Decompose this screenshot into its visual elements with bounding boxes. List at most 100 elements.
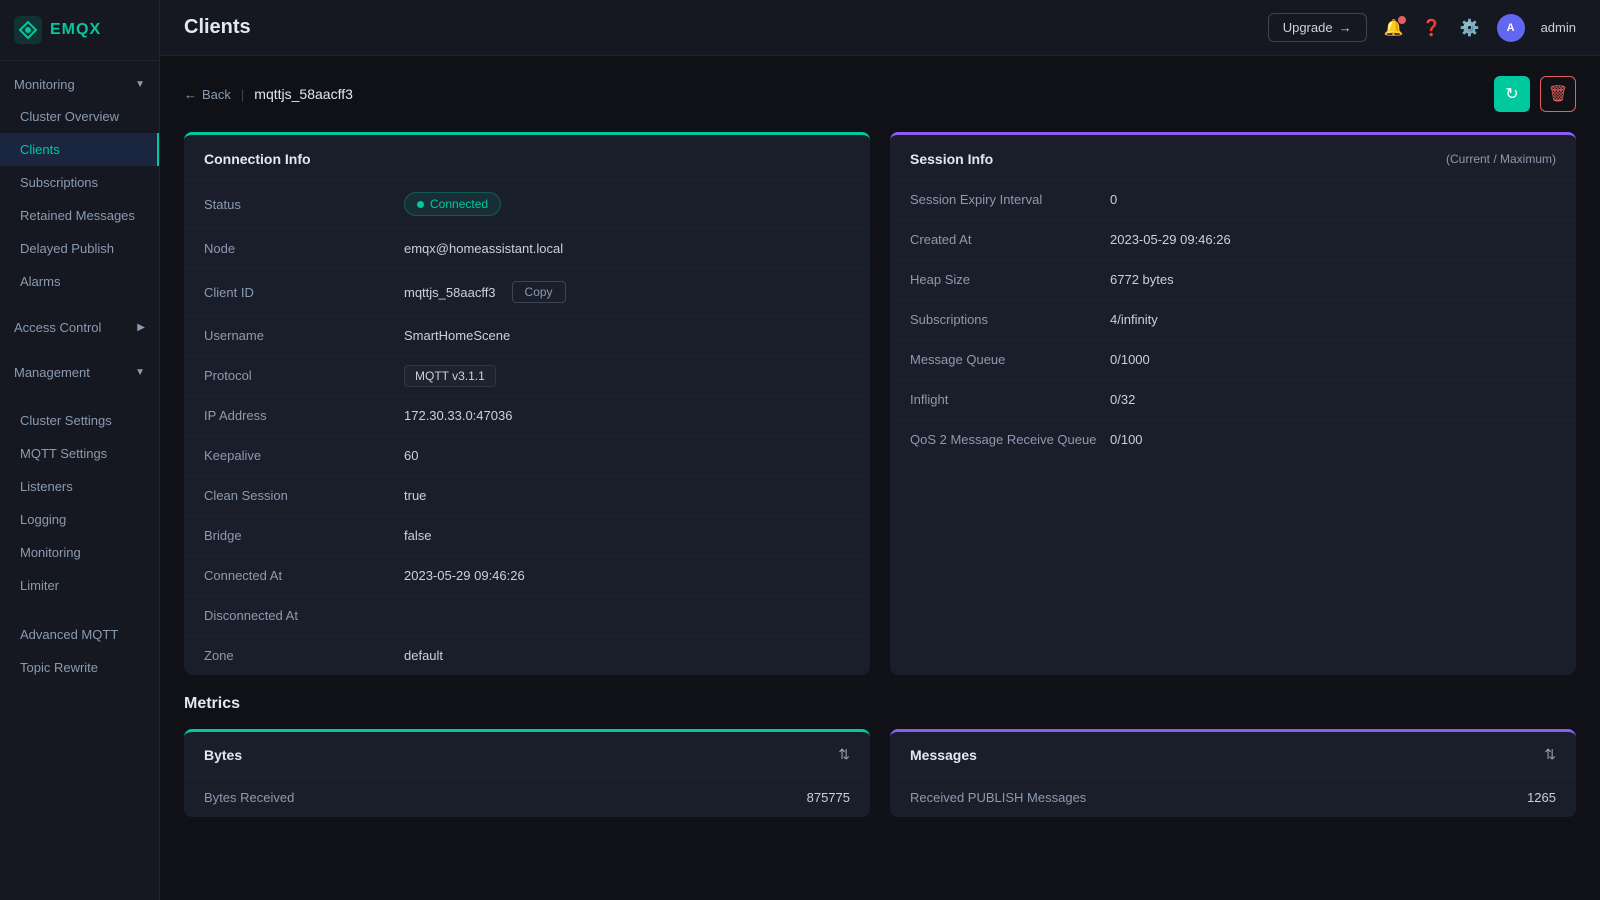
bytes-received-value: 875775 (807, 790, 850, 805)
topbar: Clients Upgrade → 🔔 ❓ ⚙️ A admin (160, 0, 1600, 56)
message-queue-label: Message Queue (910, 352, 1110, 367)
messages-expand-icon[interactable]: ⇅ (1544, 746, 1556, 763)
bytes-expand-icon[interactable]: ⇅ (838, 746, 850, 763)
upgrade-button[interactable]: Upgrade → (1268, 13, 1367, 42)
disconnected-at-row: Disconnected At (184, 596, 870, 636)
connected-at-label: Connected At (204, 568, 404, 583)
protocol-value: MQTT v3.1.1 (404, 368, 850, 383)
sidebar-item-alarms[interactable]: Alarms (0, 265, 159, 298)
back-button[interactable]: ← Back (184, 87, 231, 102)
sidebar-item-clients[interactable]: Clients (0, 133, 159, 166)
zone-label: Zone (204, 648, 404, 663)
help-icon[interactable]: ❓ (1421, 17, 1443, 39)
logo: EMQX (0, 0, 159, 61)
bytes-received-row: Bytes Received 875775 (184, 778, 870, 817)
sidebar-item-cluster-overview[interactable]: Cluster Overview (0, 100, 159, 133)
notification-dot (1398, 16, 1406, 24)
protocol-label: Protocol (204, 368, 404, 383)
copy-button[interactable]: Copy (512, 281, 566, 303)
sidebar-item-listeners[interactable]: Listeners (0, 470, 159, 503)
bridge-label: Bridge (204, 528, 404, 543)
qos2-value: 0/100 (1110, 432, 1556, 447)
session-info-header: Session Info (Current / Maximum) (890, 135, 1576, 180)
monitoring-section: Monitoring ▼ Cluster Overview Clients Su… (0, 61, 159, 304)
metrics-cards-row: Bytes ⇅ Bytes Received 875775 Messages ⇅ (184, 729, 1576, 817)
breadcrumb-separator: | (241, 87, 244, 102)
sidebar-item-retained-messages[interactable]: Retained Messages (0, 199, 159, 232)
sidebar-item-cluster-settings[interactable]: Cluster Settings (0, 404, 159, 437)
advanced-label (0, 602, 159, 618)
bridge-value: false (404, 528, 850, 543)
connection-info-card: Connection Info Status Connected Nod (184, 132, 870, 675)
sidebar-item-delayed-publish[interactable]: Delayed Publish (0, 232, 159, 265)
avatar: A (1497, 14, 1525, 42)
subscriptions-row: Subscriptions 4/infinity (890, 300, 1576, 340)
access-control-group[interactable]: Access Control ▶ (0, 310, 159, 343)
messages-card-header: Messages ⇅ (890, 732, 1576, 778)
messages-card-title: Messages (910, 747, 977, 763)
zone-row: Zone default (184, 636, 870, 675)
bridge-row: Bridge false (184, 516, 870, 556)
sidebar-item-limiter[interactable]: Limiter (0, 569, 159, 602)
main-area: Clients Upgrade → 🔔 ❓ ⚙️ A admin ← Back (160, 0, 1600, 900)
heap-size-value: 6772 bytes (1110, 272, 1556, 287)
protocol-row: Protocol MQTT v3.1.1 (184, 356, 870, 396)
breadcrumb-actions: ↻ 🗑 (1494, 76, 1576, 112)
session-info-table: Session Expiry Interval 0 Created At 202… (890, 180, 1576, 459)
received-publish-value: 1265 (1527, 790, 1556, 805)
connection-info-title: Connection Info (204, 151, 311, 167)
ip-address-row: IP Address 172.30.33.0:47036 (184, 396, 870, 436)
clean-session-row: Clean Session true (184, 476, 870, 516)
node-row: Node emqx@homeassistant.local (184, 229, 870, 269)
messages-card: Messages ⇅ Received PUBLISH Messages 126… (890, 729, 1576, 817)
bytes-received-label: Bytes Received (204, 790, 294, 805)
settings-icon[interactable]: ⚙️ (1459, 17, 1481, 39)
connected-at-row: Connected At 2023-05-29 09:46:26 (184, 556, 870, 596)
connection-info-table: Status Connected Node emqx@homeassistant… (184, 180, 870, 675)
arrow-right-icon: → (1339, 20, 1352, 35)
sidebar-item-logging[interactable]: Logging (0, 503, 159, 536)
bytes-card-header: Bytes ⇅ (184, 732, 870, 778)
session-expiry-label: Session Expiry Interval (910, 192, 1110, 207)
monitoring-group[interactable]: Monitoring ▼ (0, 67, 159, 100)
sidebar-item-monitoring-sub[interactable]: Monitoring (0, 536, 159, 569)
sidebar-item-mqtt-settings[interactable]: MQTT Settings (0, 437, 159, 470)
topbar-right: Upgrade → 🔔 ❓ ⚙️ A admin (1268, 13, 1576, 42)
sidebar-item-advanced-mqtt[interactable]: Advanced MQTT (0, 618, 159, 651)
bytes-card-title: Bytes (204, 747, 242, 763)
logo-text: EMQX (50, 21, 101, 39)
status-value: Connected (404, 192, 850, 216)
cards-row: Connection Info Status Connected Nod (184, 132, 1576, 675)
username-value: SmartHomeScene (404, 328, 850, 343)
inflight-row: Inflight 0/32 (890, 380, 1576, 420)
delete-button[interactable]: 🗑 (1540, 76, 1576, 112)
management-group[interactable]: Management ▼ (0, 355, 159, 388)
qos2-label: QoS 2 Message Receive Queue (910, 432, 1110, 447)
sidebar: EMQX Monitoring ▼ Cluster Overview Clien… (0, 0, 160, 900)
breadcrumb-client-id: mqttjs_58aacff3 (254, 86, 353, 102)
chevron-down-icon: ▼ (135, 367, 145, 378)
node-label: Node (204, 241, 404, 256)
notification-icon[interactable]: 🔔 (1383, 17, 1405, 39)
refresh-button[interactable]: ↻ (1494, 76, 1530, 112)
page-title: Clients (184, 16, 251, 39)
message-queue-row: Message Queue 0/1000 (890, 340, 1576, 380)
disconnected-at-label: Disconnected At (204, 608, 404, 623)
status-label: Status (204, 197, 404, 212)
session-created-at-row: Created At 2023-05-29 09:46:26 (890, 220, 1576, 260)
zone-value: default (404, 648, 850, 663)
sidebar-item-subscriptions[interactable]: Subscriptions (0, 166, 159, 199)
clean-session-label: Clean Session (204, 488, 404, 503)
session-info-subtitle: (Current / Maximum) (1446, 152, 1556, 166)
keepalive-label: Keepalive (204, 448, 404, 463)
ip-address-value: 172.30.33.0:47036 (404, 408, 850, 423)
username-label: Username (204, 328, 404, 343)
session-expiry-row: Session Expiry Interval 0 (890, 180, 1576, 220)
received-publish-label: Received PUBLISH Messages (910, 790, 1086, 805)
node-value: emqx@homeassistant.local (404, 241, 850, 256)
session-created-at-label: Created At (910, 232, 1110, 247)
message-queue-value: 0/1000 (1110, 352, 1556, 367)
sidebar-item-topic-rewrite[interactable]: Topic Rewrite (0, 651, 159, 684)
received-publish-row: Received PUBLISH Messages 1265 (890, 778, 1576, 817)
session-expiry-value: 0 (1110, 192, 1556, 207)
